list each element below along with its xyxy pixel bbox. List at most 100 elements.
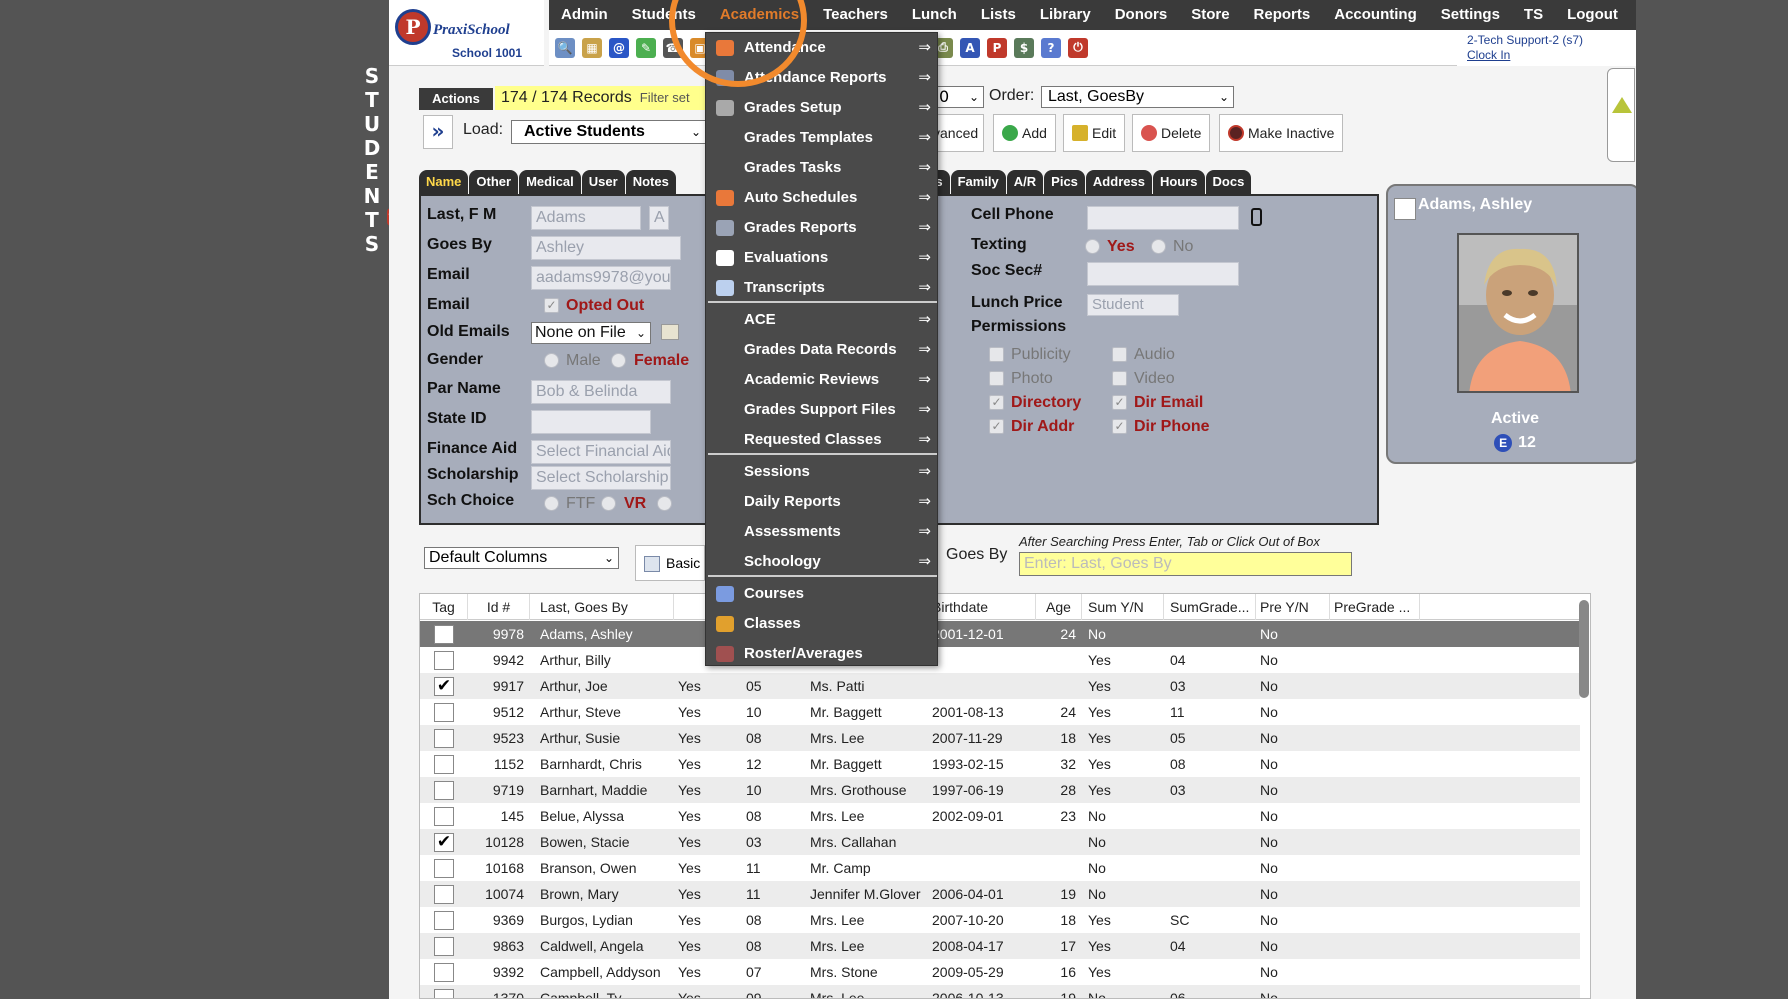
tab-medical[interactable]: Medical (519, 170, 581, 194)
row-tag-checkbox[interactable] (434, 755, 454, 774)
parent-name-input[interactable]: Bob & Belinda (531, 380, 671, 404)
menu-item-sessions[interactable]: Sessions ⇒ (706, 457, 939, 487)
tab-name[interactable]: Name (419, 170, 469, 194)
nav-store[interactable]: Store (1179, 0, 1241, 30)
make-inactive-button[interactable]: Make Inactive (1219, 114, 1344, 152)
row-tag-checkbox[interactable] (434, 781, 454, 800)
delete-button[interactable]: Delete (1132, 114, 1211, 152)
table-row[interactable]: 9863 Caldwell, Angela Yes 08 Mrs. Lee 2008-04… (420, 933, 1580, 959)
vr-radio[interactable] (601, 496, 616, 511)
pdf-icon[interactable]: P (987, 37, 1007, 58)
other-choice-radio[interactable] (657, 496, 672, 511)
menu-item-grades-data-records[interactable]: Grades Data Records ⇒ (706, 335, 939, 365)
menu-item-requested-classes[interactable]: Requested Classes ⇒ (706, 425, 939, 455)
nav-lists[interactable]: Lists (969, 0, 1028, 30)
column-header[interactable]: PreGrade ... (1330, 594, 1420, 620)
cell-phone-input[interactable] (1087, 206, 1239, 230)
calendar-grid-icon[interactable]: ▦ (582, 37, 602, 58)
nav-library[interactable]: Library (1028, 0, 1103, 30)
finance-aid-select[interactable]: Select Financial Aid (531, 440, 671, 464)
email-input[interactable]: aadams9978@yourS (531, 266, 671, 290)
expand-button[interactable]: » (423, 115, 453, 149)
table-row[interactable]: 9369 Burgos, Lydian Yes 08 Mrs. Lee 2007-10-2… (420, 907, 1580, 933)
search-icon[interactable]: 🔍 (555, 37, 575, 58)
column-header[interactable]: Id # (468, 594, 530, 620)
table-row[interactable]: 10074 Brown, Mary Yes 11 Jennifer M.Glover 20… (420, 881, 1580, 907)
menu-item-evaluations[interactable]: Evaluations ⇒ (706, 243, 939, 273)
table-row[interactable]: ✔ 9917 Arthur, Joe Yes 05 Ms. Patti Yes 03 No (420, 673, 1580, 699)
texting-yes-radio[interactable] (1085, 239, 1100, 254)
table-row[interactable]: 1152 Barnhardt, Chris Yes 12 Mr. Baggett 1993… (420, 751, 1580, 777)
ftf-radio[interactable] (544, 496, 559, 511)
row-tag-checkbox[interactable] (434, 963, 454, 982)
column-header[interactable]: SumGrade... (1166, 594, 1256, 620)
power-icon[interactable]: ⏻ (1068, 37, 1088, 58)
edit-button[interactable]: Edit (1063, 114, 1126, 152)
opted-out-checkbox[interactable]: ✓ (544, 298, 559, 313)
menu-item-grades-support-files[interactable]: Grades Support Files ⇒ (706, 395, 939, 425)
state-id-input[interactable] (531, 410, 651, 434)
money-icon[interactable]: $ (1014, 37, 1034, 58)
tab-address[interactable]: Address (1085, 170, 1152, 194)
table-scrollbar[interactable] (1579, 600, 1589, 698)
female-radio[interactable] (611, 353, 626, 368)
ssn-input[interactable] (1087, 262, 1239, 286)
email-icon[interactable]: @ (609, 37, 629, 58)
audio-checkbox[interactable] (1112, 347, 1127, 362)
dir-addr-checkbox[interactable]: ✓ (989, 419, 1004, 434)
order-select[interactable]: Last, GoesBy ⌄ (1041, 86, 1234, 108)
row-tag-checkbox[interactable] (434, 625, 454, 644)
clock-in-link[interactable]: Clock In (1467, 48, 1636, 63)
nav-settings[interactable]: Settings (1429, 0, 1512, 30)
column-header[interactable]: Pre Y/N (1256, 594, 1330, 620)
video-checkbox[interactable] (1112, 371, 1127, 386)
scholarship-select[interactable]: Select Scholarship (531, 466, 671, 490)
menu-item-daily-reports[interactable]: Daily Reports ⇒ (706, 487, 939, 517)
menu-item-courses[interactable]: Courses (706, 579, 939, 609)
tab-ar[interactable]: A/R (1006, 170, 1044, 194)
menu-item-grades-setup[interactable]: Grades Setup ⇒ (706, 93, 939, 123)
row-tag-checkbox[interactable] (434, 989, 454, 998)
menu-item-grades-tasks[interactable]: Grades Tasks ⇒ (706, 153, 939, 183)
texting-no-radio[interactable] (1151, 239, 1166, 254)
table-row[interactable]: 9719 Barnhart, Maddie Yes 10 Mrs. Grothouse 1… (420, 777, 1580, 803)
student-photo[interactable] (1457, 233, 1579, 393)
table-row[interactable]: 10168 Branson, Owen Yes 11 Mr. Camp No No (420, 855, 1580, 881)
chat-icon[interactable]: ✎ (636, 37, 656, 58)
tab-user[interactable]: User (581, 170, 625, 194)
columns-select[interactable]: Default Columns ⌄ (424, 547, 619, 569)
row-tag-checkbox[interactable] (434, 703, 454, 722)
student-search-input[interactable]: Enter: Last, Goes By (1019, 552, 1352, 576)
nav-ts[interactable]: TS (1512, 0, 1555, 30)
menu-item-schoology[interactable]: Schoology ⇒ (706, 547, 939, 577)
tab-pics[interactable]: Pics (1044, 170, 1085, 194)
menu-item-auto-schedules[interactable]: Auto Schedules ⇒ (706, 183, 939, 213)
table-row[interactable]: 9942 Arthur, Billy Yes 04 No (420, 647, 1580, 673)
tab-notes[interactable]: Notes (625, 170, 676, 194)
dir-phone-checkbox[interactable]: ✓ (1112, 419, 1127, 434)
table-row[interactable]: 9512 Arthur, Steve Yes 10 Mr. Baggett 2001-08… (420, 699, 1580, 725)
nav-accounting[interactable]: Accounting (1322, 0, 1429, 30)
table-row[interactable]: 145 Belue, Alyssa Yes 08 Mrs. Lee 2002-09-01 2… (420, 803, 1580, 829)
lunch-price-select[interactable]: Student (1087, 294, 1179, 316)
column-header[interactable]: Birthdate (928, 594, 1036, 620)
row-tag-checkbox[interactable] (434, 937, 454, 956)
logo[interactable]: P PraxiSchool School 1001 (389, 0, 544, 66)
menu-item-classes[interactable]: Classes (706, 609, 939, 639)
menu-item-roster-averages[interactable]: Roster/Averages (706, 639, 939, 669)
publicity-checkbox[interactable] (989, 347, 1004, 362)
menu-item-transcripts[interactable]: Transcripts ⇒ (706, 273, 939, 303)
photo-checkbox[interactable] (989, 371, 1004, 386)
row-tag-checkbox[interactable] (434, 807, 454, 826)
menu-item-academic-reviews[interactable]: Academic Reviews ⇒ (706, 365, 939, 395)
column-header[interactable]: Tag (420, 594, 468, 620)
row-tag-checkbox[interactable]: ✔ (434, 677, 454, 696)
menu-item-grades-reports[interactable]: Grades Reports ⇒ (706, 213, 939, 243)
email-history-icon[interactable] (661, 324, 679, 340)
row-tag-checkbox[interactable] (434, 651, 454, 670)
old-emails-select[interactable]: None on File ⌄ (531, 322, 651, 344)
nav-donors[interactable]: Donors (1103, 0, 1180, 30)
ap-icon[interactable]: A (960, 37, 980, 58)
row-tag-checkbox[interactable]: ✔ (434, 833, 454, 852)
column-header[interactable]: Last, Goes By (536, 594, 674, 620)
